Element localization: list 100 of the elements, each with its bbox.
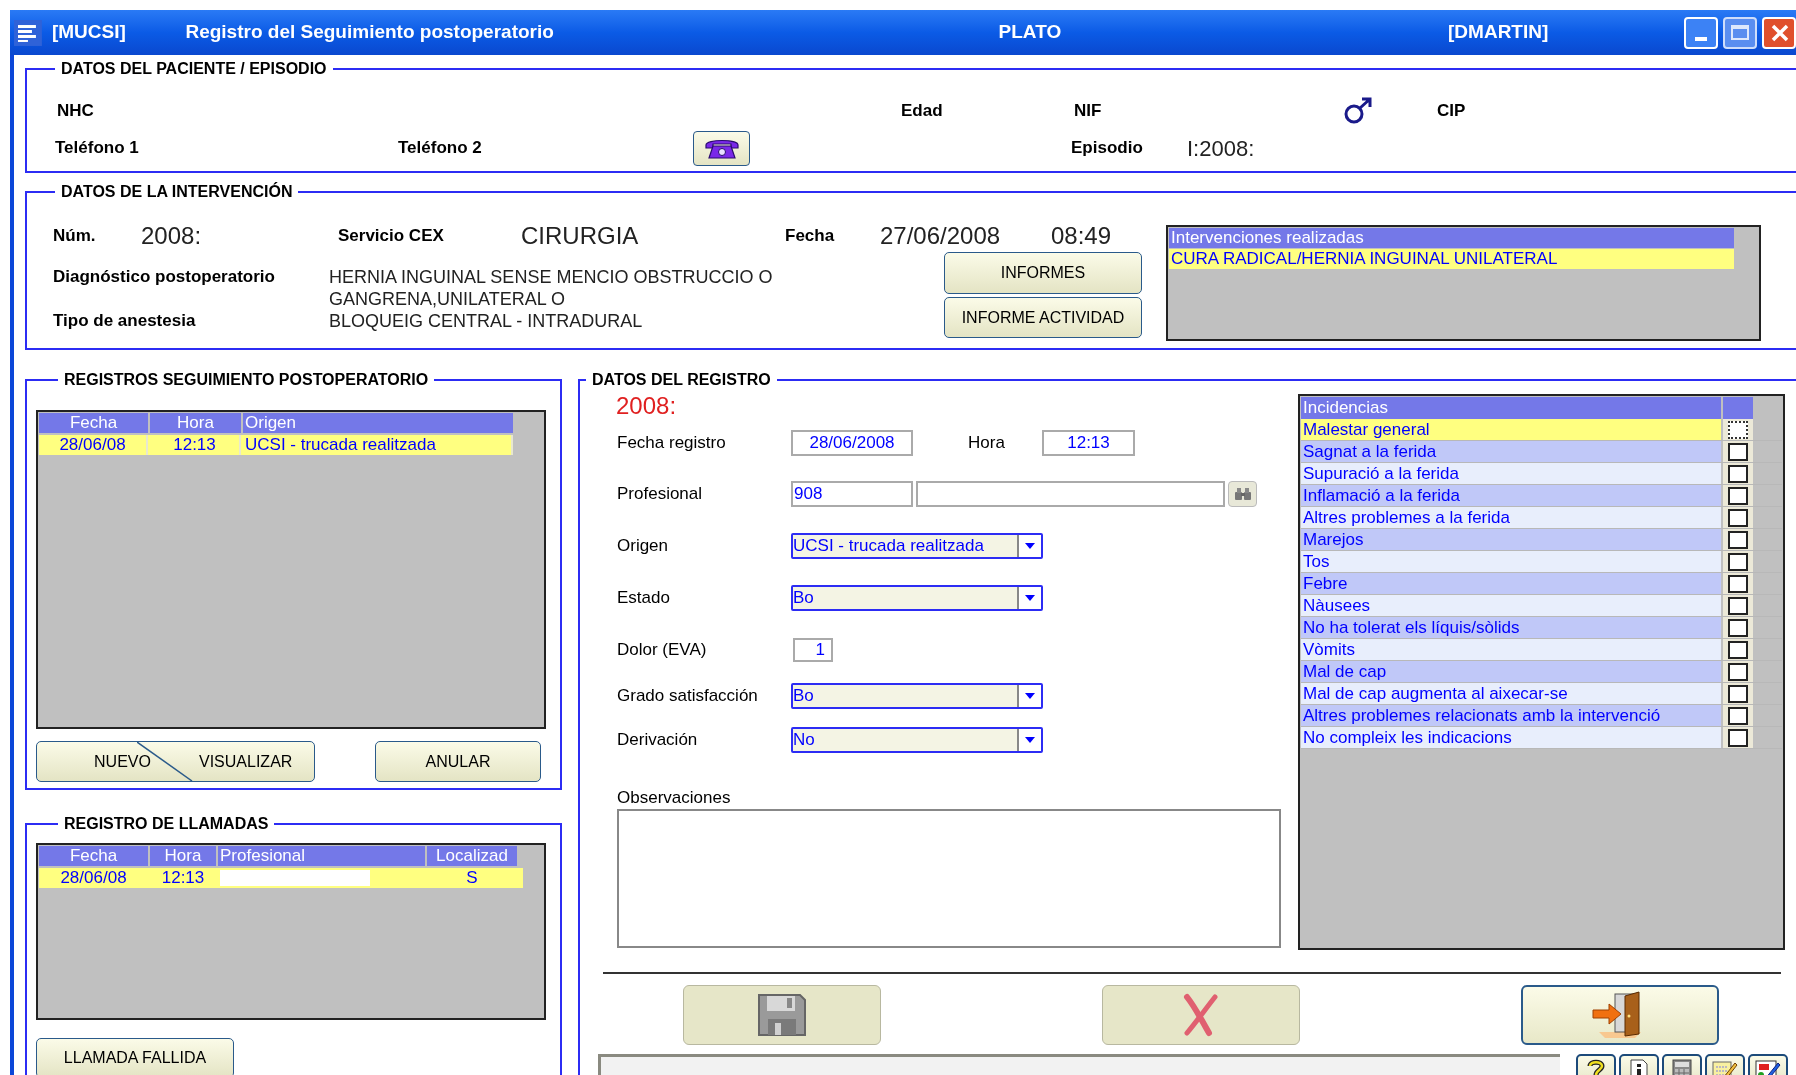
cancel-record-button[interactable]: ANULAR [375, 741, 541, 782]
checkbox[interactable] [1728, 530, 1748, 549]
column-header[interactable]: Profesional [218, 846, 425, 866]
list-row[interactable]: Tos [1301, 551, 1721, 572]
view-button[interactable]: VISUALIZAR [199, 749, 293, 774]
column-header: Incidencias [1301, 397, 1721, 419]
report-button[interactable]: INFORMES [944, 252, 1142, 294]
checkbox[interactable] [1728, 684, 1748, 703]
list-row[interactable]: Nàusees [1301, 595, 1721, 616]
dropdown-field[interactable]: No [791, 727, 1043, 753]
group-title: REGISTRO DE LLAMADAS [63, 814, 270, 834]
field-label: NHC [57, 101, 94, 121]
new-button[interactable]: NUEVO [66, 749, 179, 774]
failed-call-button[interactable]: LLAMADA FALLIDA [36, 1038, 234, 1075]
checkbox[interactable] [1728, 552, 1748, 571]
number-field[interactable]: 1 [793, 638, 833, 662]
app-code: [MUCSI] [51, 20, 127, 45]
field-value: CIRURGIA [521, 222, 639, 249]
checkbox[interactable] [1728, 618, 1748, 637]
cross-icon [1181, 993, 1221, 1037]
split-button[interactable]: NUEVO VISUALIZAR [36, 741, 315, 782]
record-number: 2008: [616, 391, 677, 421]
phone-button[interactable] [693, 130, 750, 166]
list-row[interactable]: Vòmits [1301, 639, 1721, 660]
checkbox[interactable] [1728, 464, 1748, 483]
column-header[interactable]: Hora [150, 413, 241, 433]
group-title: DATOS DEL REGISTRO [591, 370, 772, 390]
list-row[interactable]: Supuració a la ferida [1301, 463, 1721, 484]
checkbox[interactable] [1728, 574, 1748, 593]
checkbox[interactable] [1728, 486, 1748, 505]
group-title: DATOS DEL PACIENTE / EPISODIO [60, 59, 328, 79]
table-cell-text: 28/06/08 [59, 868, 128, 888]
exit-button[interactable] [1521, 985, 1719, 1045]
field-label: Profesional [617, 484, 703, 504]
list-row[interactable]: Marejos [1301, 529, 1721, 550]
field-value: 27/06/2008 [880, 222, 1001, 249]
list-row[interactable]: Malestar general [1301, 419, 1721, 440]
checkbox[interactable] [1728, 728, 1748, 747]
checkbox[interactable] [1728, 442, 1748, 461]
table-cell: 12:13 [150, 435, 241, 455]
checkbox[interactable] [1728, 508, 1748, 527]
field-value: BLOQUEIG CENTRAL - INTRADURAL [329, 310, 644, 332]
minimize-button[interactable] [1684, 16, 1719, 49]
field-label: CIP [1437, 100, 1466, 123]
field-label: Núm. [53, 226, 96, 246]
maximize-button[interactable] [1723, 16, 1757, 49]
date-field[interactable]: 28/06/2008 [791, 430, 913, 456]
field-label: Teléfono 2 [398, 138, 482, 158]
checkbox[interactable] [1728, 640, 1748, 659]
name-field[interactable] [916, 481, 1225, 507]
list-row[interactable]: No ha tolerat els líquis/sòlids [1301, 617, 1721, 638]
list-row[interactable]: CURA RADICAL/HERNIA INGUINAL UNILATERAL [1169, 249, 1734, 269]
field-label: Grado satisfacción [617, 686, 758, 706]
checkbox[interactable] [1728, 596, 1748, 615]
field-label: Hora [968, 433, 1005, 453]
time-field[interactable]: 12:13 [1042, 430, 1135, 456]
column-header[interactable]: Hora [150, 846, 216, 866]
table-cell: UCSI - trucada realitzada [243, 435, 513, 455]
report-button[interactable]: INFORME ACTIVIDAD [944, 297, 1142, 338]
field-label: Servicio CEX [338, 226, 444, 246]
dropdown-field[interactable]: Bo [791, 585, 1043, 611]
column-header[interactable]: Localizad [427, 846, 517, 866]
list-row[interactable]: Sagnat a la ferida [1301, 441, 1721, 462]
checkbox[interactable] [1728, 706, 1748, 725]
field-label: Derivación [617, 730, 698, 750]
checkbox[interactable] [1728, 662, 1748, 681]
field-value: 08:49 [1051, 221, 1112, 251]
column-header[interactable]: Fecha [39, 846, 148, 866]
search-button[interactable] [1228, 481, 1257, 507]
list-row[interactable]: Inflamació a la ferida [1301, 485, 1721, 506]
field-label: Fecha [785, 226, 835, 246]
list-row[interactable]: Febre [1301, 573, 1721, 594]
table-cell: 28/06/08 [39, 435, 148, 455]
group-title: DATOS DE LA INTERVENCIÓN [60, 181, 294, 202]
user-name: [DMARTIN] [1448, 20, 1550, 45]
field-label: Episodio [1071, 138, 1143, 158]
code-field[interactable]: 908 [791, 481, 913, 507]
list-row[interactable]: Mal de cap [1301, 661, 1721, 682]
list-row[interactable]: Altres problemes a la ferida [1301, 507, 1721, 528]
checkbox[interactable] [1728, 420, 1748, 439]
list-row[interactable]: Altres problemes relacionats amb la intervenció [1301, 705, 1721, 726]
field-label: Dolor (EVA) [617, 640, 707, 660]
list-row[interactable]: Mal de cap augmenta al aixecar-se [1301, 683, 1721, 704]
dropdown-field[interactable]: UCSI - trucada realitzada [791, 533, 1043, 559]
observations-field[interactable] [617, 809, 1281, 948]
column-header[interactable]: Origen [243, 413, 513, 433]
column-header: Intervenciones realizadas [1169, 228, 1734, 248]
table-row[interactable]: 28/06/08 12:13 UCSI - trucada realitzada [39, 435, 513, 455]
field-label: Diagnóstico postoperatorio [53, 267, 275, 286]
table-cell-text: S [465, 868, 479, 888]
column-header[interactable]: Fecha [39, 413, 148, 433]
field-value: I:2008: [1187, 134, 1255, 163]
menu-icon[interactable] [14, 19, 42, 46]
dropdown-field[interactable]: Bo [791, 683, 1043, 709]
close-button[interactable] [1762, 16, 1796, 49]
field-label: NIF [1074, 101, 1102, 121]
table-row[interactable]: 28/06/08 12:13 S [39, 868, 523, 888]
table-cell-text: 12:13 [160, 868, 206, 888]
field-label: Origen [617, 536, 669, 556]
list-row[interactable]: No compleix les indicacions [1301, 727, 1721, 748]
